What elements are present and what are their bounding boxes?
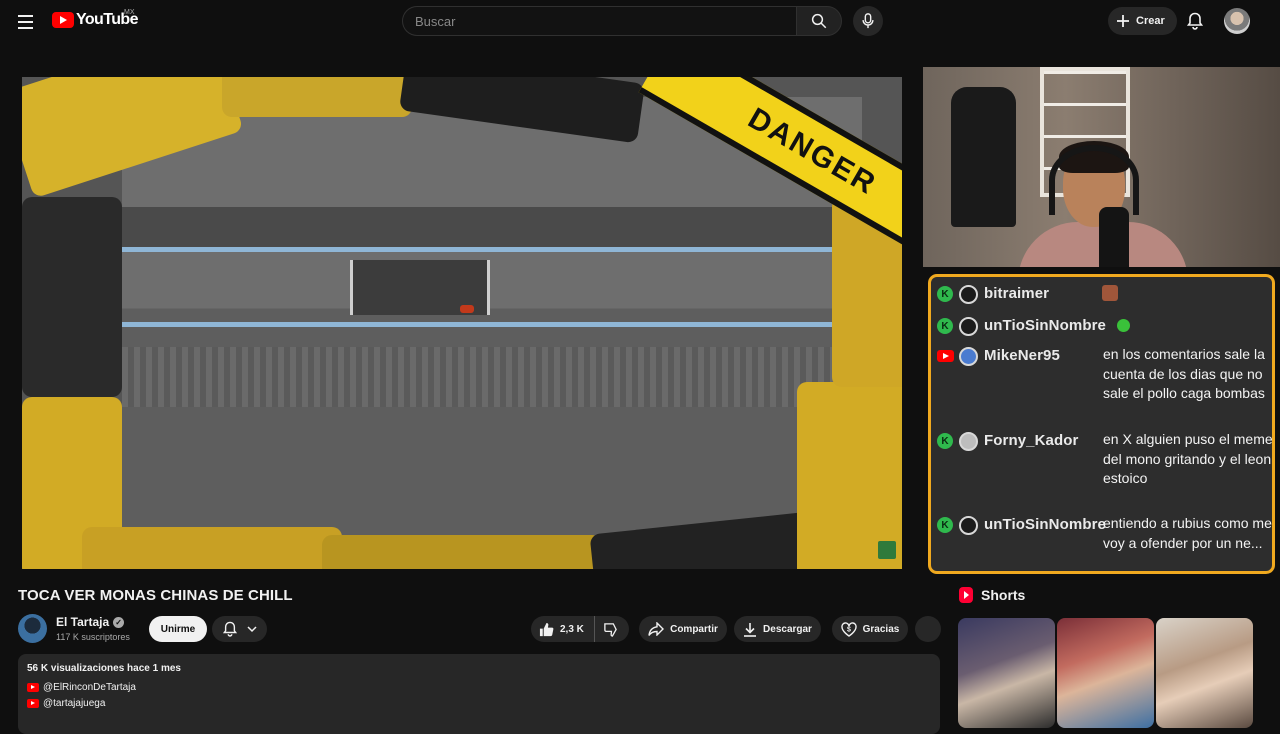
chat-username: unTioSinNombre (984, 516, 1106, 533)
emote-icon (1117, 319, 1130, 332)
shorts-header: Shorts (959, 587, 1025, 603)
chat-username: MikeNer95 (984, 347, 1060, 364)
chat-text: entiendo a rubius como me voy a ofender … (1103, 515, 1272, 551)
youtube-logo[interactable]: YouTube MX (52, 9, 138, 29)
overlay-barrel-black (22, 197, 122, 397)
chat-username: unTioSinNombre (984, 317, 1106, 334)
subscription-notifications-button[interactable] (212, 616, 267, 642)
short-thumbnail[interactable] (1156, 618, 1253, 728)
short-thumbnail[interactable] (958, 618, 1055, 728)
game-rail-top (122, 247, 862, 252)
description-link[interactable]: @tartajajuega (27, 698, 931, 709)
svg-text:$: $ (847, 626, 851, 633)
video-player[interactable]: DANGER (22, 77, 902, 569)
logo-country-code: MX (124, 9, 135, 16)
channel-avatar[interactable] (18, 614, 47, 643)
user-avatar (959, 347, 978, 366)
emote-icon (1102, 285, 1118, 301)
hanging-jacket (951, 87, 1016, 227)
voice-search-button[interactable] (853, 6, 883, 36)
download-icon (744, 622, 757, 637)
game-wall (122, 207, 862, 247)
more-actions-button[interactable] (915, 616, 941, 642)
video-title: TOCA VER MONAS CHINAS DE CHILL (18, 587, 293, 604)
game-rail-bottom (122, 322, 862, 327)
chat-username: Forny_Kador (984, 432, 1079, 449)
headphones (1049, 145, 1139, 215)
menu-icon[interactable] (14, 10, 38, 34)
bell-icon (222, 621, 237, 637)
thanks-button[interactable]: $ Gracias (832, 616, 908, 642)
kick-badge-icon: K (937, 318, 953, 334)
game-scene (122, 97, 862, 567)
stream-chat-overlay: K bitraimer K unTioSinNombre MikeNer95 e… (928, 274, 1275, 574)
youtube-play-icon (52, 12, 74, 28)
create-button[interactable]: Crear (1108, 7, 1177, 35)
chevron-down-icon (246, 626, 257, 633)
super-thanks-icon: $ (840, 621, 857, 637)
channel-link-text: @tartajajuega (43, 698, 106, 709)
game-sprite (460, 305, 474, 313)
join-button[interactable]: Unirme (149, 616, 207, 642)
overlay-barrel (222, 77, 412, 117)
user-avatar (959, 285, 978, 304)
kick-badge-icon: K (937, 517, 953, 533)
kick-badge-icon: K (937, 433, 953, 449)
download-label: Descargar (763, 623, 812, 635)
download-button[interactable]: Descargar (734, 616, 821, 642)
game-floor (122, 347, 862, 407)
short-thumbnail[interactable] (1057, 618, 1154, 728)
channel-link-text: @ElRinconDeTartaja (43, 682, 136, 693)
description-link[interactable]: @ElRinconDeTartaja (27, 682, 931, 693)
bell-icon (1187, 12, 1203, 30)
share-icon (648, 622, 665, 636)
plus-icon (1117, 15, 1129, 27)
thumbs-down-icon (604, 622, 617, 637)
thanks-label: Gracias (862, 623, 900, 635)
view-count-date: 56 K visualizaciones hace 1 mes (27, 663, 181, 674)
overlay-barrel (82, 527, 342, 569)
kick-badge-icon: K (937, 286, 953, 302)
notifications-button[interactable] (1183, 9, 1207, 33)
channel-name: El Tartaja (56, 615, 110, 629)
user-avatar (959, 317, 978, 336)
user-avatar (959, 516, 978, 535)
webcam-overlay (923, 67, 1280, 267)
description-box[interactable]: 56 K visualizaciones hace 1 mes @ElRinco… (18, 654, 940, 734)
share-label: Compartir (670, 623, 718, 635)
chat-text: en X alguien puso el meme del mono grita… (1103, 431, 1273, 486)
chat-username: bitraimer (984, 285, 1050, 302)
shorts-icon (959, 587, 973, 603)
dislike-button[interactable] (595, 616, 618, 642)
like-dislike-group: 2,3 K (531, 616, 629, 642)
overlay-barrel (322, 535, 602, 569)
shorts-label: Shorts (981, 587, 1026, 603)
share-button[interactable]: Compartir (639, 616, 727, 642)
youtube-icon (27, 683, 39, 692)
search-icon (811, 13, 827, 29)
subscriber-count: 117 K suscriptores (56, 632, 130, 642)
youtube-badge-icon (937, 350, 954, 362)
youtube-icon (27, 699, 39, 708)
like-button[interactable]: 2,3 K (531, 616, 595, 642)
channel-name-link[interactable]: El Tartaja ✓ (56, 615, 125, 629)
verified-check-icon: ✓ (113, 616, 125, 628)
account-avatar[interactable] (1224, 8, 1250, 34)
search-button[interactable] (796, 6, 842, 36)
create-label: Crear (1136, 15, 1165, 27)
like-count: 2,3 K (560, 623, 584, 635)
chat-text: en los comentarios sale la cuenta de los… (1103, 346, 1265, 401)
user-avatar (959, 432, 978, 451)
microphone (1099, 207, 1129, 267)
thumbs-up-icon (539, 622, 554, 636)
microphone-icon (862, 13, 874, 29)
top-bar: YouTube MX Crear (0, 0, 1280, 42)
search-input[interactable] (402, 6, 797, 36)
channel-watermark-icon[interactable] (878, 541, 896, 559)
